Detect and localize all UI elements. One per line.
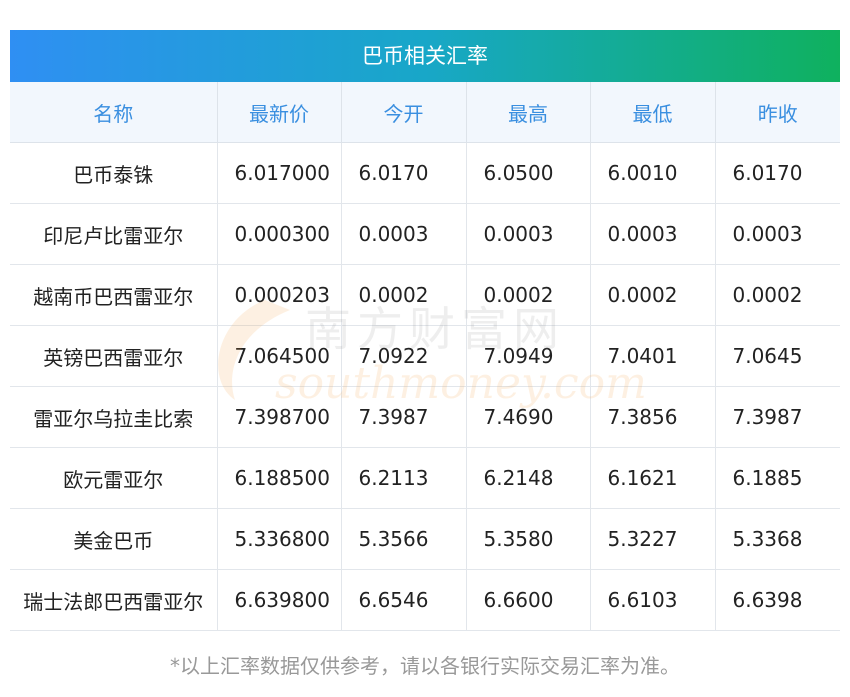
- high-cell: 6.6600: [465, 569, 590, 631]
- table-row: 美金巴币 5.336800 5.3566 5.3580 5.3227 5.336…: [10, 508, 840, 570]
- open-cell: 0.0002: [340, 264, 466, 326]
- low-cell: 5.3227: [589, 508, 715, 570]
- prev-close-cell: 7.0645: [714, 325, 840, 387]
- exchange-rate-table: 名称 最新价 今开 最高 最低 昨收 巴币泰铢 6.017000 6.0170 …: [10, 82, 840, 631]
- high-cell: 7.4690: [465, 386, 590, 448]
- low-cell: 7.0401: [589, 325, 715, 387]
- open-cell: 7.0922: [340, 325, 466, 387]
- open-cell: 6.2113: [340, 447, 466, 509]
- column-header-prev-close: 昨收: [714, 82, 840, 143]
- open-cell: 6.6546: [340, 569, 466, 631]
- high-cell: 0.0002: [465, 264, 590, 326]
- high-cell: 6.2148: [465, 447, 590, 509]
- table-row: 欧元雷亚尔 6.188500 6.2113 6.2148 6.1621 6.18…: [10, 447, 840, 509]
- high-cell: 6.0500: [465, 142, 590, 204]
- latest-price-cell: 6.188500: [216, 447, 341, 509]
- column-header-low: 最低: [589, 82, 715, 143]
- latest-price-cell: 5.336800: [216, 508, 341, 570]
- disclaimer-footnote: *以上汇率数据仅供参考，请以各银行实际交易汇率为准。: [170, 654, 680, 678]
- table-row: 英镑巴西雷亚尔 7.064500 7.0922 7.0949 7.0401 7.…: [10, 325, 840, 387]
- currency-name-cell: 雷亚尔乌拉圭比索: [10, 386, 217, 448]
- low-cell: 6.1621: [589, 447, 715, 509]
- exchange-rate-card: 巴币相关汇率 名称 最新价 今开 最高 最低 昨收 巴币泰铢 6.017000 …: [10, 30, 840, 631]
- latest-price-cell: 7.064500: [216, 325, 341, 387]
- table-row: 瑞士法郎巴西雷亚尔 6.639800 6.6546 6.6600 6.6103 …: [10, 569, 840, 631]
- currency-name-cell: 越南币巴西雷亚尔: [10, 264, 217, 326]
- prev-close-cell: 7.3987: [714, 386, 840, 448]
- latest-price-cell: 7.398700: [216, 386, 341, 448]
- open-cell: 6.0170: [340, 142, 466, 204]
- currency-name-cell: 美金巴币: [10, 508, 217, 570]
- table-title: 巴币相关汇率: [10, 30, 840, 82]
- prev-close-cell: 0.0002: [714, 264, 840, 326]
- latest-price-cell: 6.639800: [216, 569, 341, 631]
- low-cell: 0.0003: [589, 203, 715, 265]
- table-row: 印尼卢比雷亚尔 0.000300 0.0003 0.0003 0.0003 0.…: [10, 203, 840, 265]
- currency-name-cell: 欧元雷亚尔: [10, 447, 217, 509]
- low-cell: 6.0010: [589, 142, 715, 204]
- column-header-latest: 最新价: [216, 82, 341, 143]
- prev-close-cell: 6.1885: [714, 447, 840, 509]
- currency-name-cell: 巴币泰铢: [10, 142, 217, 204]
- latest-price-cell: 6.017000: [216, 142, 341, 204]
- latest-price-cell: 0.000300: [216, 203, 341, 265]
- low-cell: 7.3856: [589, 386, 715, 448]
- column-header-name: 名称: [10, 82, 217, 143]
- currency-name-cell: 印尼卢比雷亚尔: [10, 203, 217, 265]
- open-cell: 5.3566: [340, 508, 466, 570]
- open-cell: 0.0003: [340, 203, 466, 265]
- column-header-open: 今开: [340, 82, 466, 143]
- prev-close-cell: 6.0170: [714, 142, 840, 204]
- table-row: 越南币巴西雷亚尔 0.000203 0.0002 0.0002 0.0002 0…: [10, 264, 840, 326]
- high-cell: 0.0003: [465, 203, 590, 265]
- prev-close-cell: 6.6398: [714, 569, 840, 631]
- table-row: 巴币泰铢 6.017000 6.0170 6.0500 6.0010 6.017…: [10, 142, 840, 204]
- table-header-row: 名称 最新价 今开 最高 最低 昨收: [10, 82, 840, 143]
- prev-close-cell: 5.3368: [714, 508, 840, 570]
- prev-close-cell: 0.0003: [714, 203, 840, 265]
- table-row: 雷亚尔乌拉圭比索 7.398700 7.3987 7.4690 7.3856 7…: [10, 386, 840, 448]
- high-cell: 7.0949: [465, 325, 590, 387]
- high-cell: 5.3580: [465, 508, 590, 570]
- latest-price-cell: 0.000203: [216, 264, 341, 326]
- open-cell: 7.3987: [340, 386, 466, 448]
- low-cell: 0.0002: [589, 264, 715, 326]
- currency-name-cell: 瑞士法郎巴西雷亚尔: [10, 569, 217, 631]
- column-header-high: 最高: [465, 82, 590, 143]
- currency-name-cell: 英镑巴西雷亚尔: [10, 325, 217, 387]
- low-cell: 6.6103: [589, 569, 715, 631]
